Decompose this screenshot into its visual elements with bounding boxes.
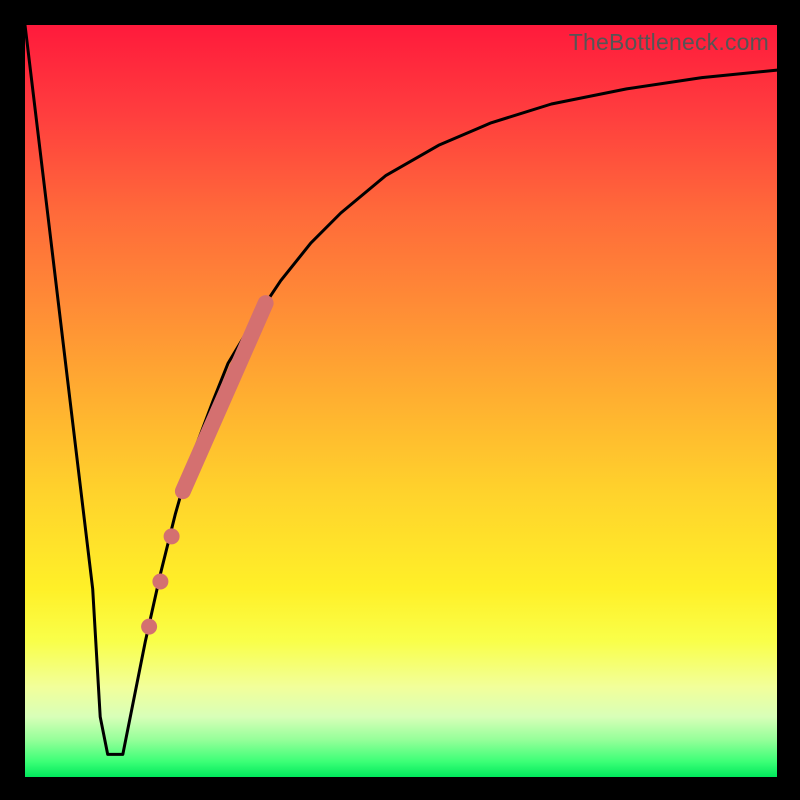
highlight-dot (164, 528, 180, 544)
chart-frame: TheBottleneck.com (0, 0, 800, 800)
highlight-dots (141, 528, 180, 634)
curve-svg (25, 25, 777, 777)
highlight-dot (152, 574, 168, 590)
highlight-segment (183, 303, 266, 491)
plot-area: TheBottleneck.com (25, 25, 777, 777)
bottleneck-curve (25, 25, 777, 754)
highlight-dot (141, 619, 157, 635)
